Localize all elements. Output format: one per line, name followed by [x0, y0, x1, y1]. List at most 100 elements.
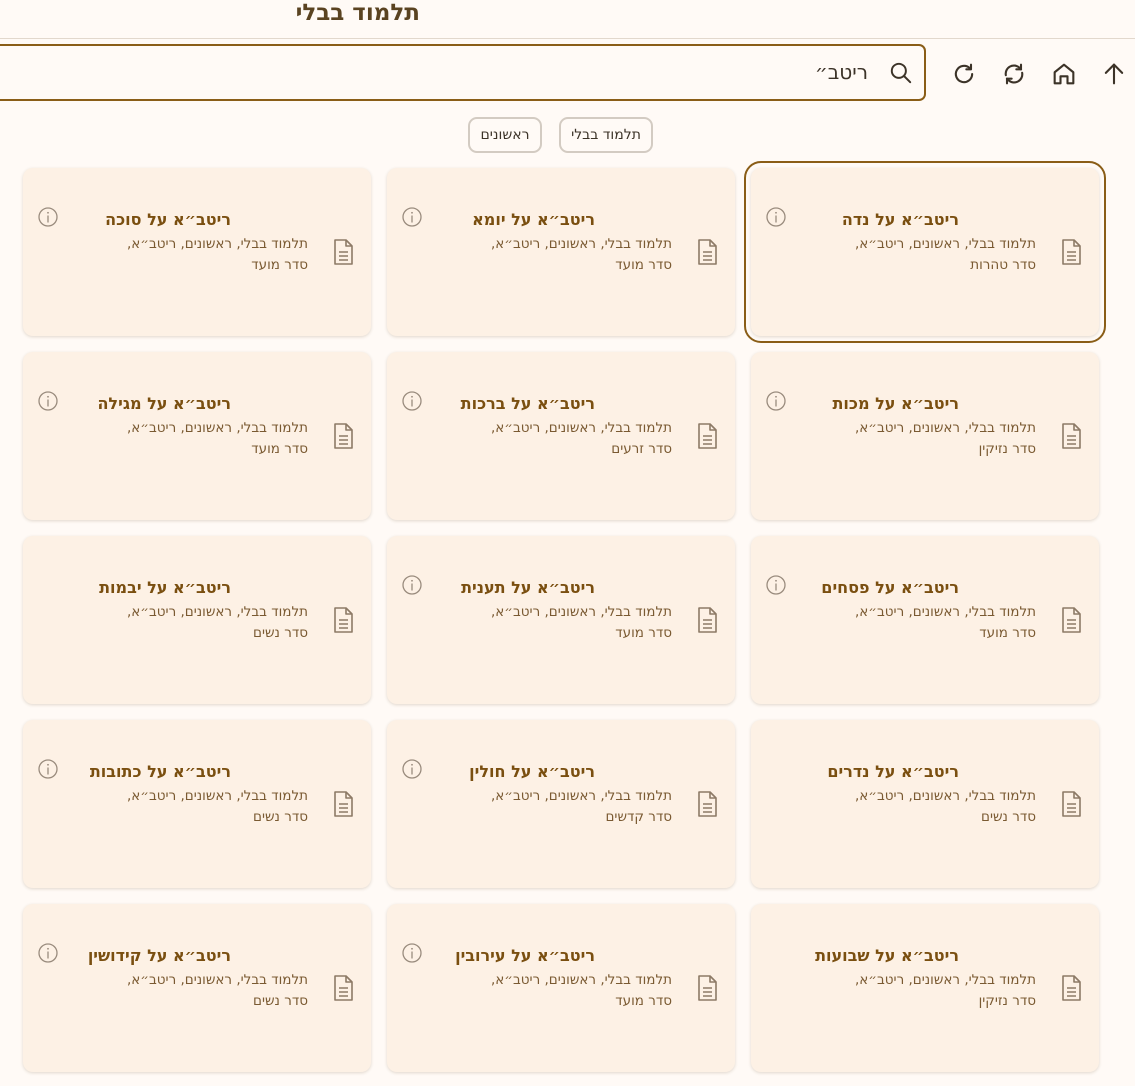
search-icon[interactable]: [888, 60, 914, 86]
card-subtitle: תלמוד בבלי, ראשונים, ריטב״א, סדר נשים: [127, 602, 308, 644]
result-card[interactable]: ריטב״א על יבמות תלמוד בבלי, ראשונים, ריטב…: [23, 536, 371, 704]
document-icon: [1059, 422, 1083, 450]
info-icon[interactable]: [765, 390, 787, 412]
page-title: תלמוד בבלי: [295, 0, 420, 26]
home-icon: [1053, 63, 1075, 85]
card-subtitle: תלמוד בבלי, ראשונים, ריטב״א, סדר זרעים: [491, 418, 672, 460]
sync-button[interactable]: [1000, 60, 1028, 88]
card-category-path: תלמוד בבלי, ראשונים, ריטב״א,: [854, 236, 1036, 252]
card-category-path: תלמוד בבלי, ראשונים, ריטב״א,: [126, 972, 308, 988]
card-category-path: תלמוד בבלי, ראשונים, ריטב״א,: [490, 236, 672, 252]
info-icon[interactable]: [401, 942, 423, 964]
breadcrumb-chip-rishonim[interactable]: ראשונים: [468, 117, 542, 153]
card-category-path: תלמוד בבלי, ראשונים, ריטב״א,: [854, 604, 1036, 620]
card-subtitle: תלמוד בבלי, ראשונים, ריטב״א, סדר מועד: [491, 970, 672, 1012]
document-icon: [331, 974, 355, 1002]
card-seder: סדר נזיקין: [978, 993, 1036, 1009]
card-title: ריטב״א על עירובין: [455, 946, 595, 965]
card-category-path: תלמוד בבלי, ראשונים, ריטב״א,: [854, 420, 1036, 436]
card-subtitle: תלמוד בבלי, ראשונים, ריטב״א, סדר מועד: [127, 234, 308, 276]
card-seder: סדר קדשים: [605, 809, 672, 825]
search-value[interactable]: ריטב״: [815, 60, 868, 84]
result-card[interactable]: ריטב״א על שבועות תלמוד בבלי, ראשונים, ריט…: [751, 904, 1099, 1072]
search-input[interactable]: ריטב״: [0, 44, 926, 101]
header-divider: [0, 38, 1135, 39]
card-subtitle: תלמוד בבלי, ראשונים, ריטב״א, סדר קדשים: [491, 786, 672, 828]
result-card[interactable]: ריטב״א על יומא תלמוד בבלי, ראשונים, ריטב״…: [387, 168, 735, 336]
info-icon[interactable]: [401, 206, 423, 228]
result-card[interactable]: ריטב״א על חולין תלמוד בבלי, ראשונים, ריטב…: [387, 720, 735, 888]
document-icon: [695, 606, 719, 634]
card-title: ריטב״א על מכות: [832, 394, 959, 413]
card-seder: סדר מועד: [251, 441, 308, 457]
document-icon: [331, 422, 355, 450]
card-category-path: תלמוד בבלי, ראשונים, ריטב״א,: [490, 788, 672, 804]
result-card[interactable]: ריטב״א על תענית תלמוד בבלי, ראשונים, ריטב…: [387, 536, 735, 704]
card-seder: סדר מועד: [615, 625, 672, 641]
card-category-path: תלמוד בבלי, ראשונים, ריטב״א,: [854, 972, 1036, 988]
info-icon[interactable]: [37, 942, 59, 964]
card-subtitle: תלמוד בבלי, ראשונים, ריטב״א, סדר מועד: [491, 602, 672, 644]
document-icon: [695, 790, 719, 818]
card-seder: סדר נשים: [981, 809, 1036, 825]
card-subtitle: תלמוד בבלי, ראשונים, ריטב״א, סדר מועד: [855, 602, 1036, 644]
breadcrumb-chip-talmud-bavli[interactable]: תלמוד בבלי: [559, 117, 653, 153]
info-icon[interactable]: [37, 390, 59, 412]
card-subtitle: תלמוד בבלי, ראשונים, ריטב״א, סדר נזיקין: [855, 970, 1036, 1012]
card-subtitle: תלמוד בבלי, ראשונים, ריטב״א, סדר מועד: [491, 234, 672, 276]
document-icon: [1059, 238, 1083, 266]
card-title: ריטב״א על שבועות: [815, 946, 959, 965]
card-seder: סדר זרעים: [611, 441, 672, 457]
card-title: ריטב״א על יבמות: [99, 578, 231, 597]
card-category-path: תלמוד בבלי, ראשונים, ריטב״א,: [490, 420, 672, 436]
arrow-up-icon: [1104, 63, 1124, 85]
result-card[interactable]: ריטב״א על קידושין תלמוד בבלי, ראשונים, רי…: [23, 904, 371, 1072]
refresh-icon: [954, 63, 974, 84]
card-category-path: תלמוד בבלי, ראשונים, ריטב״א,: [490, 604, 672, 620]
info-icon[interactable]: [401, 390, 423, 412]
info-icon[interactable]: [37, 758, 59, 780]
document-icon: [1059, 606, 1083, 634]
up-button[interactable]: [1100, 60, 1128, 88]
card-title: ריטב״א על תענית: [461, 578, 595, 597]
card-title: ריטב״א על כתובות: [89, 762, 231, 781]
card-seder: סדר מועד: [979, 625, 1036, 641]
info-icon[interactable]: [37, 206, 59, 228]
card-title: ריטב״א על פסחים: [821, 578, 959, 597]
card-title: ריטב״א על קידושין: [87, 946, 231, 965]
card-title: ריטב״א על סוכה: [105, 210, 231, 229]
card-seder: סדר טהרות: [970, 257, 1036, 273]
result-card[interactable]: ריטב״א על ברכות תלמוד בבלי, ראשונים, ריטב…: [387, 352, 735, 520]
card-title: ריטב״א על מגילה: [97, 394, 231, 413]
result-card[interactable]: ריטב״א על סוכה תלמוד בבלי, ראשונים, ריטב״…: [23, 168, 371, 336]
result-card[interactable]: ריטב״א על פסחים תלמוד בבלי, ראשונים, ריטב…: [751, 536, 1099, 704]
document-icon: [695, 974, 719, 1002]
info-icon[interactable]: [401, 758, 423, 780]
info-icon[interactable]: [765, 574, 787, 596]
result-card[interactable]: ריטב״א על כתובות תלמוד בבלי, ראשונים, ריט…: [23, 720, 371, 888]
card-subtitle: תלמוד בבלי, ראשונים, ריטב״א, סדר נזיקין: [855, 418, 1036, 460]
refresh-button[interactable]: [950, 60, 978, 88]
info-icon[interactable]: [401, 574, 423, 596]
result-card[interactable]: ריטב״א על עירובין תלמוד בבלי, ראשונים, רי…: [387, 904, 735, 1072]
result-card[interactable]: ריטב״א על מגילה תלמוד בבלי, ראשונים, ריטב…: [23, 352, 371, 520]
info-icon[interactable]: [765, 206, 787, 228]
document-icon: [331, 790, 355, 818]
card-subtitle: תלמוד בבלי, ראשונים, ריטב״א, סדר נשים: [127, 970, 308, 1012]
result-card[interactable]: ריטב״א על נדה תלמוד בבלי, ראשונים, ריטב״א…: [744, 161, 1106, 343]
home-button[interactable]: [1050, 60, 1078, 88]
card-category-path: תלמוד בבלי, ראשונים, ריטב״א,: [126, 788, 308, 804]
card-category-path: תלמוד בבלי, ראשונים, ריטב״א,: [854, 788, 1036, 804]
card-subtitle: תלמוד בבלי, ראשונים, ריטב״א, סדר מועד: [127, 418, 308, 460]
document-icon: [695, 422, 719, 450]
result-card[interactable]: ריטב״א על נדרים תלמוד בבלי, ראשונים, ריטב…: [751, 720, 1099, 888]
result-card[interactable]: ריטב״א על מכות תלמוד בבלי, ראשונים, ריטב״…: [751, 352, 1099, 520]
card-seder: סדר מועד: [615, 257, 672, 273]
card-category-path: תלמוד בבלי, ראשונים, ריטב״א,: [126, 604, 308, 620]
card-title: ריטב״א על נדה: [841, 210, 959, 229]
card-category-path: תלמוד בבלי, ראשונים, ריטב״א,: [126, 236, 308, 252]
card-seder: סדר נזיקין: [978, 441, 1036, 457]
document-icon: [1059, 974, 1083, 1002]
document-icon: [1059, 790, 1083, 818]
document-icon: [695, 238, 719, 266]
